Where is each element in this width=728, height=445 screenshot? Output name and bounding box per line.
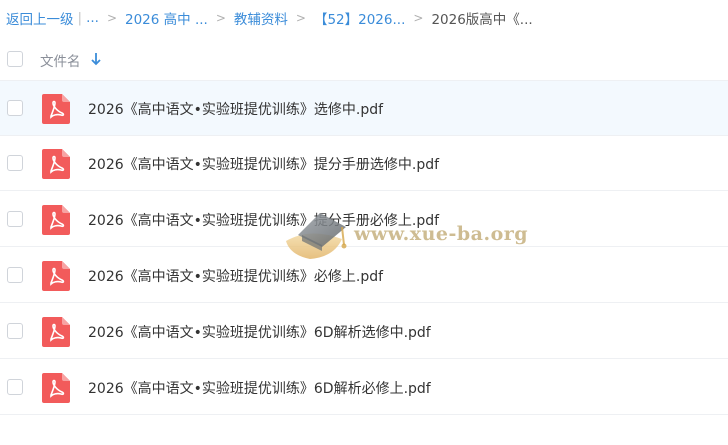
file-browser: 返回上一级 | ... > 2026 高中 ... > 教辅资料 > 【52】2…	[0, 0, 728, 445]
row-checkbox[interactable]	[7, 379, 23, 395]
list-item[interactable]: 2026《高中语文•实验班提优训练》必修上.pdf	[0, 248, 728, 303]
row-checkbox[interactable]	[7, 211, 23, 227]
pdf-file-icon	[42, 373, 70, 403]
chevron-right-icon: >	[295, 11, 306, 25]
file-name[interactable]: 2026《高中语文•实验班提优训练》必修上.pdf	[88, 266, 383, 286]
chevron-right-icon: >	[413, 11, 424, 25]
breadcrumb-current: 2026版高中《...	[431, 12, 533, 28]
list-item[interactable]: 2026《高中语文•实验班提优训练》6D解析选修中.pdf	[0, 304, 728, 359]
pdf-file-icon	[42, 317, 70, 347]
list-item[interactable]: 2026《高中语文•实验班提优训练》选修中.pdf	[0, 81, 728, 136]
pdf-file-icon	[42, 149, 70, 179]
file-name[interactable]: 2026《高中语文•实验班提优训练》选修中.pdf	[88, 99, 383, 119]
select-all-checkbox[interactable]	[7, 51, 23, 67]
list-item[interactable]: 2026《高中语文•实验班提优训练》提分手册选修中.pdf	[0, 136, 728, 191]
file-name[interactable]: 2026《高中语文•实验班提优训练》6D解析必修上.pdf	[88, 378, 431, 398]
breadcrumb-item[interactable]: 教辅资料	[234, 8, 288, 28]
row-checkbox[interactable]	[7, 267, 23, 283]
breadcrumb-ellipsis[interactable]: ...	[86, 10, 99, 26]
list-item[interactable]: 2026《高中语文•实验班提优训练》提分手册必修上.pdf	[0, 192, 728, 247]
chevron-right-icon: >	[106, 11, 117, 25]
pdf-file-icon	[42, 261, 70, 291]
file-name[interactable]: 2026《高中语文•实验班提优训练》6D解析选修中.pdf	[88, 322, 431, 342]
breadcrumb: 返回上一级 | ... > 2026 高中 ... > 教辅资料 > 【52】2…	[6, 8, 533, 28]
pdf-file-icon	[42, 94, 70, 124]
column-header-name[interactable]: 文件名	[40, 50, 81, 70]
row-checkbox[interactable]	[7, 155, 23, 171]
chevron-right-icon: >	[215, 11, 226, 25]
row-checkbox[interactable]	[7, 323, 23, 339]
back-link[interactable]: 返回上一级	[6, 8, 74, 28]
file-name[interactable]: 2026《高中语文•实验班提优训练》提分手册选修中.pdf	[88, 154, 439, 174]
sort-down-arrow-icon[interactable]	[90, 51, 102, 67]
pdf-file-icon	[42, 205, 70, 235]
list-header: 文件名	[0, 38, 728, 81]
list-item[interactable]: 2026《高中语文•实验班提优训练》6D解析必修上.pdf	[0, 360, 728, 415]
file-name[interactable]: 2026《高中语文•实验班提优训练》提分手册必修上.pdf	[88, 210, 439, 230]
breadcrumb-item[interactable]: 【52】2026...	[314, 8, 405, 28]
row-checkbox[interactable]	[7, 100, 23, 116]
breadcrumb-divider: |	[77, 10, 83, 26]
breadcrumb-item[interactable]: 2026 高中 ...	[125, 8, 208, 28]
